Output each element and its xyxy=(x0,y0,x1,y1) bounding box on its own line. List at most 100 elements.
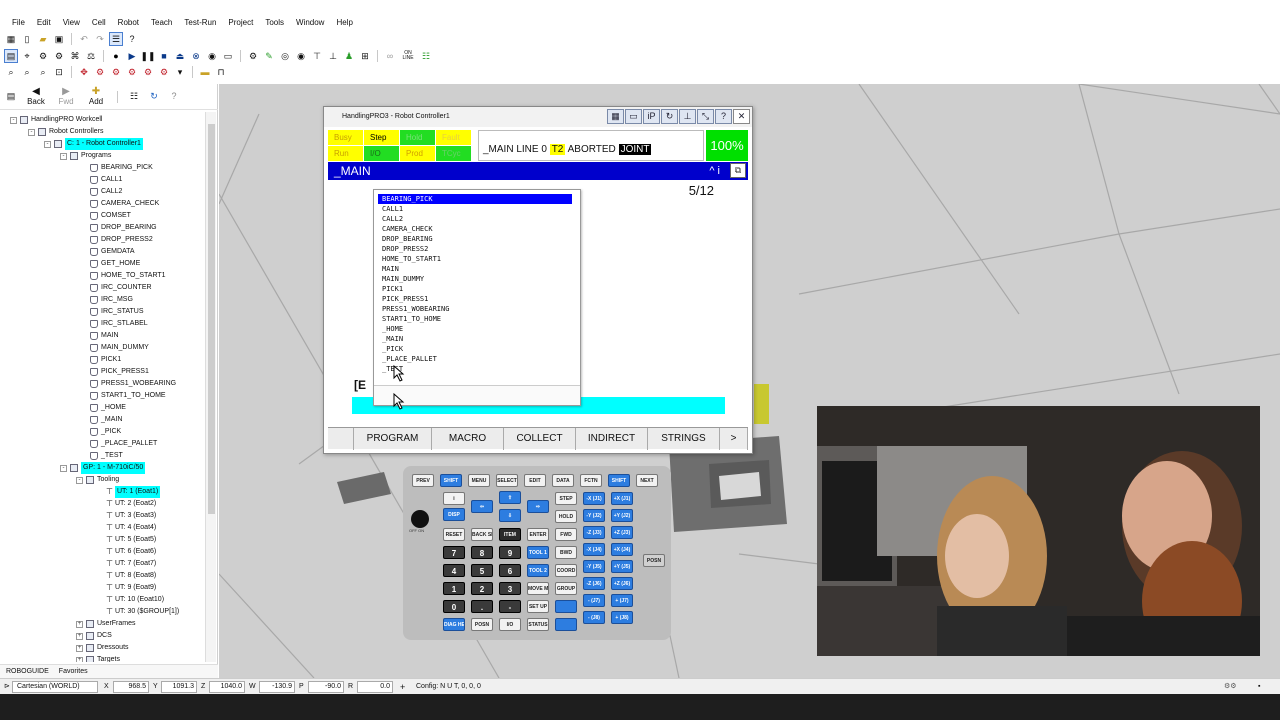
jog-z-j3-button[interactable]: +Z (J3) xyxy=(611,526,633,539)
fkey-macro[interactable]: MACRO xyxy=(432,428,504,450)
collapse-icon[interactable]: - xyxy=(60,152,67,160)
tree-program-item[interactable]: _PICK xyxy=(90,426,121,438)
key-jog-blank-button[interactable] xyxy=(555,600,577,613)
tree-workcell[interactable]: - HandlingPRO Workcell xyxy=(10,114,102,126)
popup-program-item[interactable]: _HOME xyxy=(378,324,572,334)
key-2-button[interactable]: 2 xyxy=(471,582,493,595)
key-tool-1-button[interactable]: TOOL 1 xyxy=(527,546,549,559)
tree-program-item[interactable]: PRESS1_WOBEARING xyxy=(90,378,176,390)
tp-resize-icon[interactable]: ⤡ xyxy=(697,109,714,124)
tree-tool-item[interactable]: ⊤ UT: 30 ($GROUP[1]) xyxy=(106,606,179,618)
expand-icon[interactable]: + xyxy=(76,632,83,640)
popup-program-item[interactable]: HOME_TO_START1 xyxy=(378,254,572,264)
robot-jog-5-icon[interactable]: ⚙ xyxy=(157,65,171,79)
popup-program-item[interactable]: PRESS1_WOBEARING xyxy=(378,304,572,314)
tree-tool-item[interactable]: ⊤ UT: 5 (Eoat5) xyxy=(106,534,156,546)
jog-j8-button[interactable]: + (J8) xyxy=(611,611,633,624)
collapse-icon[interactable]: - xyxy=(10,116,17,124)
tree-program-item[interactable]: GET_HOME xyxy=(90,258,140,270)
popup-program-item[interactable]: START1_TO_HOME xyxy=(378,314,572,324)
tree-scrollbar-thumb[interactable] xyxy=(208,124,215,514)
robot-jog-2-icon[interactable]: ⚙ xyxy=(109,65,123,79)
tree-group[interactable]: - GP: 1 - M-710iC/50 xyxy=(60,462,146,474)
save-icon[interactable]: ▣ xyxy=(52,32,66,46)
move-icon[interactable]: ✥ xyxy=(77,65,91,79)
tree-program-item[interactable]: CAMERA_CHECK xyxy=(90,198,159,210)
key-move-menu-button[interactable]: MOVE MENU xyxy=(527,582,549,595)
x-value[interactable]: 968.5 xyxy=(113,681,149,693)
popup-program-item[interactable]: DROP_PRESS2 xyxy=(378,244,572,254)
ruler-icon[interactable]: ▬ xyxy=(198,65,212,79)
key-i-o-button[interactable]: I/O xyxy=(499,618,521,631)
key-data-button[interactable]: DATA xyxy=(552,474,574,487)
tree-userframes[interactable]: + UserFrames xyxy=(76,618,136,630)
jog-j7-button[interactable]: - (J7) xyxy=(583,594,605,607)
key-shift-button[interactable]: SHIFT xyxy=(608,474,630,487)
tp-refresh-icon[interactable]: ↻ xyxy=(661,109,678,124)
refresh-icon[interactable]: ↻ xyxy=(147,90,161,104)
key-menu-button[interactable]: MENU xyxy=(468,474,490,487)
properties-icon[interactable]: ☷ xyxy=(127,90,141,104)
tree-program-item[interactable]: IRC_STLABEL xyxy=(90,318,148,330)
tree-scrollbar[interactable] xyxy=(205,112,216,662)
menu-edit[interactable]: Edit xyxy=(31,16,57,30)
right-arrow-icon[interactable]: ⇨ xyxy=(527,500,549,513)
tree-robot-controllers[interactable]: - Robot Controllers xyxy=(28,126,103,138)
robot-jog-4-icon[interactable]: ⚙ xyxy=(141,65,155,79)
zoom-out-icon[interactable]: ⌕ xyxy=(36,65,50,79)
jog-j8-button[interactable]: - (J8) xyxy=(583,611,605,624)
jog-x-j4-button[interactable]: -X (J4) xyxy=(583,543,605,556)
popup-program-item[interactable]: MAIN xyxy=(378,264,572,274)
tree-program-item[interactable]: GEMDATA xyxy=(90,246,135,258)
key-next-button[interactable]: NEXT xyxy=(636,474,658,487)
menu-view[interactable]: View xyxy=(57,16,86,30)
undo-icon[interactable]: ↶ xyxy=(77,32,91,46)
target-icon[interactable]: ◎ xyxy=(278,49,292,63)
key-7-button[interactable]: 7 xyxy=(443,546,465,559)
collapse-icon[interactable]: - xyxy=(44,140,51,148)
left-arrow-icon[interactable]: ⇦ xyxy=(471,500,493,513)
jog-z-j3-button[interactable]: -Z (J3) xyxy=(583,526,605,539)
key-1-button[interactable]: 1 xyxy=(443,582,465,595)
popup-program-item[interactable]: _PICK xyxy=(378,344,572,354)
tree-tool-item[interactable]: ⊤ UT: 8 (Eoat8) xyxy=(106,570,156,582)
zoom-icon[interactable]: ⌕ xyxy=(4,65,18,79)
tree-program-item[interactable]: DROP_BEARING xyxy=(90,222,157,234)
path-icon[interactable]: ✎ xyxy=(262,49,276,63)
menu-robot[interactable]: Robot xyxy=(112,16,145,30)
menu-file[interactable]: File xyxy=(6,16,31,30)
menu-window[interactable]: Window xyxy=(290,16,330,30)
grid-icon[interactable]: ▦ xyxy=(4,32,18,46)
panel-tab-roboguide[interactable]: ROBOGUIDE xyxy=(6,665,49,678)
popup-program-item[interactable]: PICK1 xyxy=(378,284,572,294)
w-value[interactable]: -130.9 xyxy=(259,681,295,693)
fkey-next-page[interactable]: > xyxy=(720,428,748,450)
tree-tool-item[interactable]: ⊤ UT: 4 (Eoat4) xyxy=(106,522,156,534)
online-icon[interactable]: ON LINE xyxy=(399,49,417,63)
key-reset-button[interactable]: RESET xyxy=(443,528,465,541)
key-6-button[interactable]: 6 xyxy=(499,564,521,577)
tree-tool-item[interactable]: ⊤ UT: 7 (Eoat7) xyxy=(106,558,156,570)
popup-program-item[interactable]: PICK_PRESS1 xyxy=(378,294,572,304)
sensor-icon[interactable]: ◉ xyxy=(294,49,308,63)
jog-j7-button[interactable]: + (J7) xyxy=(611,594,633,607)
record-icon[interactable]: ● xyxy=(109,49,123,63)
fkey-collect[interactable]: COLLECT xyxy=(504,428,576,450)
jog-x-j4-button[interactable]: +X (J4) xyxy=(611,543,633,556)
tree-tool-item[interactable]: ⊤ UT: 3 (Eoat3) xyxy=(106,510,156,522)
eject-icon[interactable]: ⏏ xyxy=(173,49,187,63)
info-key-button[interactable]: i xyxy=(443,492,465,505)
tool-d-icon[interactable]: ⌘ xyxy=(68,49,82,63)
jog-z-j6-button[interactable]: -Z (J6) xyxy=(583,577,605,590)
key-fctn-button[interactable]: FCTN xyxy=(580,474,602,487)
collapse-icon[interactable]: - xyxy=(76,476,83,484)
tree-program-item[interactable]: CALL1 xyxy=(90,174,122,186)
measure-icon[interactable]: ⊥ xyxy=(326,49,340,63)
tp-pin-icon[interactable]: ⊥ xyxy=(679,109,696,124)
key-step-button[interactable]: STEP xyxy=(555,492,577,505)
menu-teach[interactable]: Teach xyxy=(145,16,178,30)
tree-dcs[interactable]: + DCS xyxy=(76,630,112,642)
tree-controller[interactable]: - C: 1 - Robot Controller1 xyxy=(44,138,143,150)
up-arrow-icon[interactable]: ⇧ xyxy=(499,491,521,504)
key-dot-button[interactable]: . xyxy=(471,600,493,613)
